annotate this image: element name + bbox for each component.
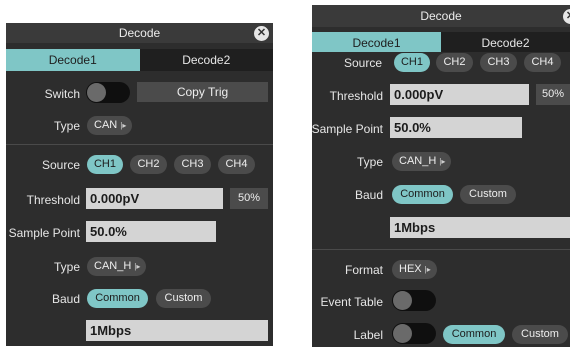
divider bbox=[6, 144, 273, 145]
decode-tabs: Decode1 Decode2 bbox=[6, 49, 273, 71]
type-label: Type bbox=[356, 155, 383, 169]
source-label: Source bbox=[41, 158, 80, 172]
source-ch2[interactable]: CH2 bbox=[130, 155, 167, 174]
decode-dialog-right: Decode ✕ Decode1 Decode2 Source CH1 CH2 … bbox=[312, 5, 570, 347]
label-label: Label bbox=[353, 328, 383, 342]
tab-decode1[interactable]: Decode1 bbox=[6, 49, 140, 71]
dropdown-caret-icon: |▸ bbox=[120, 121, 127, 130]
type-value: CAN_H bbox=[399, 155, 437, 167]
dropdown-caret-icon: |▸ bbox=[424, 265, 431, 274]
toggle-knob bbox=[393, 324, 412, 343]
type2-label: Type bbox=[53, 260, 80, 274]
source-ch3[interactable]: CH3 bbox=[174, 155, 211, 174]
source-ch4[interactable]: CH4 bbox=[218, 155, 255, 174]
baud-label: Baud bbox=[354, 188, 383, 202]
type-label: Type bbox=[53, 119, 80, 133]
label-common[interactable]: Common bbox=[443, 325, 505, 344]
baud-value-field[interactable]: 1Mbps bbox=[390, 217, 570, 238]
tab-decode1[interactable]: Decode1 bbox=[312, 32, 441, 52]
baud-custom[interactable]: Custom bbox=[460, 185, 516, 204]
copy-trig-button[interactable]: Copy Trig bbox=[137, 82, 268, 102]
threshold-label: Threshold bbox=[26, 193, 80, 207]
sample-point-label: Sample Point bbox=[312, 122, 383, 136]
sample-point-field[interactable]: 50.0% bbox=[86, 221, 216, 242]
tab-decode2[interactable]: Decode2 bbox=[441, 32, 570, 52]
event-table-toggle[interactable] bbox=[392, 290, 436, 311]
sample-point-field[interactable]: 50.0% bbox=[390, 117, 522, 138]
threshold-50pct-button[interactable]: 50% bbox=[230, 188, 268, 209]
source-label: Source bbox=[343, 56, 382, 70]
threshold-field[interactable]: 0.000pV bbox=[86, 188, 223, 209]
decode-tabs: Decode1 Decode2 bbox=[312, 32, 570, 52]
switch-toggle[interactable] bbox=[86, 82, 130, 103]
type2-value: CAN_H bbox=[94, 260, 132, 272]
sample-point-label: Sample Point bbox=[8, 226, 80, 240]
type-select[interactable]: CAN |▸ bbox=[87, 116, 133, 135]
dropdown-caret-icon: |▸ bbox=[439, 157, 446, 166]
close-icon[interactable]: ✕ bbox=[254, 26, 269, 41]
type-select[interactable]: CAN_H |▸ bbox=[392, 152, 452, 171]
baud-value-field[interactable]: 1Mbps bbox=[86, 320, 268, 341]
type2-select[interactable]: CAN_H |▸ bbox=[87, 257, 147, 276]
format-label: Format bbox=[344, 263, 383, 277]
toggle-knob bbox=[87, 83, 106, 102]
baud-common[interactable]: Common bbox=[392, 185, 453, 204]
toggle-knob bbox=[393, 291, 412, 310]
baud-custom[interactable]: Custom bbox=[156, 289, 211, 308]
decode-dialog-left: Decode ✕ Decode1 Decode2 Switch Copy Tri… bbox=[6, 23, 273, 346]
switch-label: Switch bbox=[44, 87, 80, 101]
source-ch2[interactable]: CH2 bbox=[436, 53, 473, 72]
format-select[interactable]: HEX |▸ bbox=[392, 260, 437, 279]
source-ch1[interactable]: CH1 bbox=[87, 155, 123, 174]
baud-label: Baud bbox=[51, 292, 80, 306]
baud-common[interactable]: Common bbox=[87, 289, 148, 308]
tab-decode2[interactable]: Decode2 bbox=[139, 49, 273, 71]
label-toggle[interactable] bbox=[392, 323, 436, 344]
dropdown-caret-icon: |▸ bbox=[134, 262, 141, 271]
threshold-field[interactable]: 0.000pV bbox=[390, 84, 529, 105]
label-custom[interactable]: Custom bbox=[512, 325, 568, 344]
format-value: HEX bbox=[399, 263, 422, 275]
source-ch1[interactable]: CH1 bbox=[394, 53, 430, 72]
dialog-title: Decode bbox=[312, 5, 570, 27]
dialog-title: Decode bbox=[6, 23, 273, 43]
source-ch4[interactable]: CH4 bbox=[524, 53, 561, 72]
threshold-label: Threshold bbox=[329, 89, 383, 103]
threshold-50pct-button[interactable]: 50% bbox=[536, 84, 570, 105]
event-table-label: Event Table bbox=[320, 295, 384, 309]
type-value: CAN bbox=[94, 119, 118, 131]
divider bbox=[312, 249, 570, 250]
source-ch3[interactable]: CH3 bbox=[480, 53, 517, 72]
